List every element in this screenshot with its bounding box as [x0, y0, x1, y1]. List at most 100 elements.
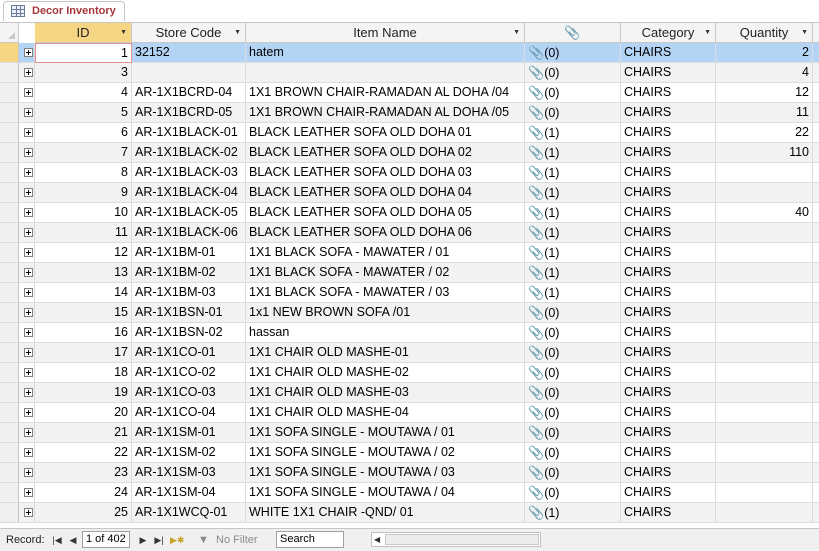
- cell-id[interactable]: 21: [35, 423, 132, 443]
- cell-quantity[interactable]: [716, 183, 813, 203]
- cell-attachments[interactable]: 📎(0): [525, 463, 621, 483]
- record-selector[interactable]: [0, 423, 19, 443]
- cell-category[interactable]: CHAIRS: [621, 483, 716, 503]
- cell-id[interactable]: 8: [35, 163, 132, 183]
- chevron-down-icon[interactable]: ▼: [513, 23, 520, 42]
- cell-category[interactable]: CHAIRS: [621, 223, 716, 243]
- cell-quantity[interactable]: [716, 443, 813, 463]
- cell-category[interactable]: CHAIRS: [621, 363, 716, 383]
- previous-record-icon[interactable]: ◀: [66, 532, 80, 548]
- table-row[interactable]: 25 AR-1X1WCQ-01 WHITE 1X1 CHAIR -QND/ 01 📎(…: [0, 503, 819, 523]
- cell-add-field[interactable]: [813, 363, 819, 383]
- cell-category[interactable]: CHAIRS: [621, 183, 716, 203]
- paperclip-icon[interactable]: 📎: [528, 425, 544, 440]
- cell-store-code[interactable]: AR-1X1BLACK-02: [132, 143, 246, 163]
- expand-plus-icon[interactable]: [24, 108, 33, 117]
- paperclip-icon[interactable]: 📎: [528, 185, 544, 200]
- cell-add-field[interactable]: [813, 63, 819, 83]
- cell-store-code[interactable]: AR-1X1WCQ-01: [132, 503, 246, 523]
- cell-attachments[interactable]: 📎(0): [525, 403, 621, 423]
- horizontal-scrollbar[interactable]: ◀: [371, 532, 541, 547]
- cell-quantity[interactable]: 11: [716, 103, 813, 123]
- cell-attachments[interactable]: 📎(0): [525, 103, 621, 123]
- cell-item-name[interactable]: hatem: [246, 43, 525, 63]
- cell-attachments[interactable]: 📎(1): [525, 183, 621, 203]
- cell-attachments[interactable]: 📎(1): [525, 263, 621, 283]
- scroll-left-icon[interactable]: ◀: [374, 533, 380, 546]
- paperclip-icon[interactable]: 📎: [528, 365, 544, 380]
- table-row[interactable]: 9 AR-1X1BLACK-04 BLACK LEATHER SOFA OLD DO…: [0, 183, 819, 203]
- column-header-add-field[interactable]: [813, 23, 819, 43]
- paperclip-icon[interactable]: 📎: [528, 385, 544, 400]
- cell-quantity[interactable]: [716, 263, 813, 283]
- cell-id[interactable]: 6: [35, 123, 132, 143]
- cell-add-field[interactable]: [813, 43, 819, 63]
- cell-item-name[interactable]: BLACK LEATHER SOFA OLD DOHA 02: [246, 143, 525, 163]
- table-row[interactable]: 8 AR-1X1BLACK-03 BLACK LEATHER SOFA OLD DO…: [0, 163, 819, 183]
- cell-add-field[interactable]: [813, 123, 819, 143]
- cell-add-field[interactable]: [813, 83, 819, 103]
- cell-store-code[interactable]: AR-1X1BM-02: [132, 263, 246, 283]
- cell-quantity[interactable]: [716, 483, 813, 503]
- table-row[interactable]: 22 AR-1X1SM-02 1X1 SOFA SINGLE - MOUTAWA /…: [0, 443, 819, 463]
- paperclip-icon[interactable]: 📎: [528, 45, 544, 60]
- cell-store-code[interactable]: AR-1X1BM-01: [132, 243, 246, 263]
- cell-id[interactable]: 17: [35, 343, 132, 363]
- cell-attachments[interactable]: 📎(0): [525, 323, 621, 343]
- cell-id[interactable]: 7: [35, 143, 132, 163]
- cell-store-code[interactable]: [132, 63, 246, 83]
- cell-item-name[interactable]: 1X1 SOFA SINGLE - MOUTAWA / 04: [246, 483, 525, 503]
- cell-id[interactable]: 1: [35, 43, 132, 63]
- record-selector[interactable]: [0, 63, 19, 83]
- paperclip-icon[interactable]: 📎: [528, 205, 544, 220]
- table-row[interactable]: 14 AR-1X1BM-03 1X1 BLACK SOFA - MAWATER / …: [0, 283, 819, 303]
- paperclip-icon[interactable]: 📎: [528, 345, 544, 360]
- record-selector[interactable]: [0, 503, 19, 523]
- chevron-down-icon[interactable]: ▼: [234, 23, 241, 42]
- cell-store-code[interactable]: AR-1X1CO-04: [132, 403, 246, 423]
- cell-quantity[interactable]: [716, 343, 813, 363]
- cell-category[interactable]: CHAIRS: [621, 83, 716, 103]
- cell-item-name[interactable]: 1X1 BROWN CHAIR-RAMADAN AL DOHA /04: [246, 83, 525, 103]
- cell-item-name[interactable]: WHITE 1X1 CHAIR -QND/ 01: [246, 503, 525, 523]
- table-row[interactable]: 12 AR-1X1BM-01 1X1 BLACK SOFA - MAWATER / …: [0, 243, 819, 263]
- expand-plus-icon[interactable]: [24, 168, 33, 177]
- cell-item-name[interactable]: 1X1 BLACK SOFA - MAWATER / 01: [246, 243, 525, 263]
- paperclip-icon[interactable]: 📎: [528, 405, 544, 420]
- table-row[interactable]: 1 32152 hatem 📎(0) CHAIRS 2: [0, 43, 819, 63]
- cell-store-code[interactable]: AR-1X1BM-03: [132, 283, 246, 303]
- scroll-thumb[interactable]: [385, 534, 539, 545]
- cell-store-code[interactable]: AR-1X1BLACK-03: [132, 163, 246, 183]
- record-selector[interactable]: [0, 223, 19, 243]
- cell-quantity[interactable]: [716, 383, 813, 403]
- filter-status[interactable]: No Filter: [216, 533, 258, 547]
- record-selector[interactable]: [0, 203, 19, 223]
- cell-add-field[interactable]: [813, 483, 819, 503]
- table-row[interactable]: 4 AR-1X1BCRD-04 1X1 BROWN CHAIR-RAMADAN AL…: [0, 83, 819, 103]
- cell-quantity[interactable]: [716, 223, 813, 243]
- cell-id[interactable]: 10: [35, 203, 132, 223]
- cell-category[interactable]: CHAIRS: [621, 403, 716, 423]
- cell-item-name[interactable]: 1X1 SOFA SINGLE - MOUTAWA / 02: [246, 443, 525, 463]
- expand-plus-icon[interactable]: [24, 48, 33, 57]
- cell-item-name[interactable]: 1X1 BROWN CHAIR-RAMADAN AL DOHA /05: [246, 103, 525, 123]
- tab-decor-inventory[interactable]: Decor Inventory: [3, 1, 125, 21]
- table-row[interactable]: 11 AR-1X1BLACK-06 BLACK LEATHER SOFA OLD D…: [0, 223, 819, 243]
- column-header-quantity[interactable]: Quantity ▼: [716, 23, 813, 43]
- paperclip-icon[interactable]: 📎: [528, 465, 544, 480]
- paperclip-icon[interactable]: 📎: [528, 305, 544, 320]
- cell-store-code[interactable]: AR-1X1BSN-02: [132, 323, 246, 343]
- record-selector[interactable]: [0, 243, 19, 263]
- cell-store-code[interactable]: AR-1X1SM-04: [132, 483, 246, 503]
- cell-store-code[interactable]: AR-1X1SM-01: [132, 423, 246, 443]
- cell-attachments[interactable]: 📎(1): [525, 243, 621, 263]
- cell-id[interactable]: 4: [35, 83, 132, 103]
- table-row[interactable]: 19 AR-1X1CO-03 1X1 CHAIR OLD MASHE-03 📎(0) C…: [0, 383, 819, 403]
- column-header-item-name[interactable]: Item Name ▼: [246, 23, 525, 43]
- table-row[interactable]: 5 AR-1X1BCRD-05 1X1 BROWN CHAIR-RAMADAN AL…: [0, 103, 819, 123]
- expand-plus-icon[interactable]: [24, 408, 33, 417]
- expand-plus-icon[interactable]: [24, 248, 33, 257]
- cell-store-code[interactable]: AR-1X1SM-02: [132, 443, 246, 463]
- paperclip-icon[interactable]: 📎: [528, 85, 544, 100]
- cell-item-name[interactable]: BLACK LEATHER SOFA OLD DOHA 03: [246, 163, 525, 183]
